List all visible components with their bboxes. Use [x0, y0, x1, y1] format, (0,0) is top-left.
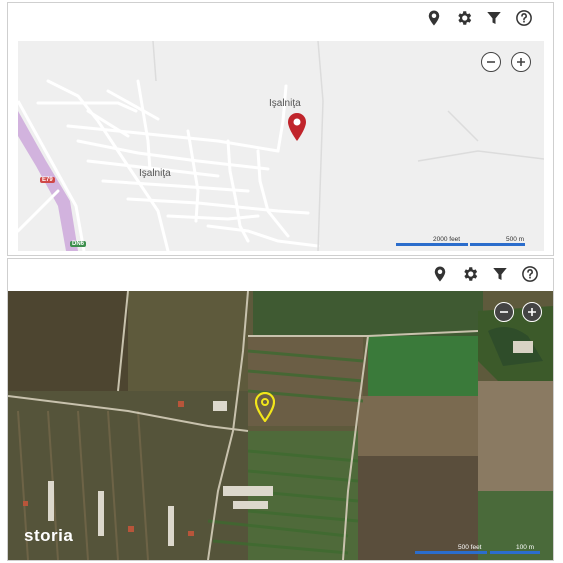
satellite-map[interactable]: storia 500 feet 100 m: [8, 291, 553, 560]
scale-label-feet: 2000 feet: [433, 236, 461, 243]
town-label-center: Işalniţa: [139, 168, 171, 179]
scale-bar-meters: [490, 551, 540, 554]
scale-bar-feet: [396, 243, 468, 246]
scale-label-meters: 500 m: [506, 236, 525, 243]
scale-label-feet: 500 feet: [458, 544, 482, 551]
zoom-out-button[interactable]: [494, 302, 514, 322]
street-map-toolbar: [425, 3, 533, 33]
street-map[interactable]: Işalniţa Işalniţa E79 DN6 2000 feet 500 …: [18, 41, 544, 251]
filter-icon[interactable]: [485, 9, 503, 27]
location-pin-icon[interactable]: [431, 265, 449, 283]
location-pin-icon[interactable]: [425, 9, 443, 27]
street-map-canvas: [18, 41, 544, 251]
property-marker-icon[interactable]: [287, 112, 307, 142]
zoom-in-button[interactable]: [522, 302, 542, 322]
gear-icon[interactable]: [455, 9, 473, 27]
zoom-in-button[interactable]: [511, 52, 531, 72]
street-map-panel: Işalniţa Işalniţa E79 DN6 2000 feet 500 …: [7, 2, 554, 256]
help-icon[interactable]: [515, 9, 533, 27]
satellite-map-canvas: [8, 291, 553, 560]
scale-bar-meters: [470, 243, 525, 246]
satellite-map-toolbar: [431, 259, 539, 289]
property-marker-icon[interactable]: [255, 392, 275, 422]
gear-icon[interactable]: [461, 265, 479, 283]
road-shield-e79: E79: [40, 177, 55, 183]
scale-label-meters: 100 m: [516, 544, 535, 551]
scale-bar-feet: [415, 551, 487, 554]
filter-icon[interactable]: [491, 265, 509, 283]
satellite-map-panel: storia 500 feet 100 m: [7, 258, 554, 561]
help-icon[interactable]: [521, 265, 539, 283]
town-label-north: Işalniţa: [269, 98, 301, 109]
storia-watermark: storia: [24, 526, 74, 545]
road-shield-dn6: DN6: [70, 241, 87, 247]
zoom-out-button[interactable]: [481, 52, 501, 72]
